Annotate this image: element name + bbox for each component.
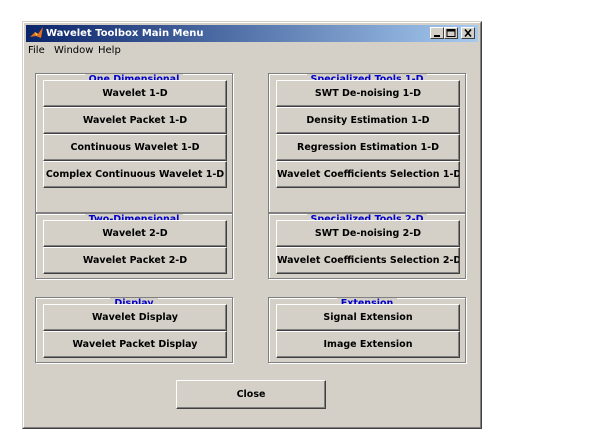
panel-two-dimensional: Two-Dimensional Wavelet 2-D Wavelet Pack… [35,213,233,279]
panel-extension: Extension Signal Extension Image Extensi… [268,297,466,363]
panel-specialized-tools-2d: Specialized Tools 2-D SWT De-noising 2-D… [268,213,466,279]
maximize-icon [446,29,456,37]
regression-estimation-1d-button[interactable]: Regression Estimation 1-D [276,134,460,161]
close-icon [464,29,472,37]
maximize-button[interactable] [444,27,458,39]
panel-specialized-tools-1d: Specialized Tools 1-D SWT De-noising 1-D… [268,73,466,213]
minimize-icon [434,35,440,37]
image-extension-button[interactable]: Image Extension [276,331,460,358]
title-bar[interactable]: Wavelet Toolbox Main Menu [26,25,478,42]
wavelet-coefficients-selection-2d-button[interactable]: Wavelet Coefficients Selection 2-D [276,247,460,274]
menu-help[interactable]: Help [98,43,121,58]
menu-file[interactable]: File [28,43,45,58]
wavelet-packet-1d-button[interactable]: Wavelet Packet 1-D [43,107,227,134]
minimize-button[interactable] [430,27,444,39]
swt-denoising-1d-button[interactable]: SWT De-noising 1-D [276,80,460,107]
window-title: Wavelet Toolbox Main Menu [46,28,204,39]
swt-denoising-2d-button[interactable]: SWT De-noising 2-D [276,220,460,247]
matlab-logo-icon[interactable] [29,26,44,41]
panel-one-dimensional: One Dimensional Wavelet 1-D Wavelet Pack… [35,73,233,213]
wavelet-packet-display-button[interactable]: Wavelet Packet Display [43,331,227,358]
complex-continuous-wavelet-1d-button[interactable]: Complex Continuous Wavelet 1-D [43,161,227,188]
continuous-wavelet-1d-button[interactable]: Continuous Wavelet 1-D [43,134,227,161]
density-estimation-1d-button[interactable]: Density Estimation 1-D [276,107,460,134]
wavelet-toolbox-window: Wavelet Toolbox Main Menu File Window He… [22,21,482,429]
wavelet-2d-button[interactable]: Wavelet 2-D [43,220,227,247]
close-button[interactable]: Close [176,380,326,409]
signal-extension-button[interactable]: Signal Extension [276,304,460,331]
wavelet-1d-button[interactable]: Wavelet 1-D [43,80,227,107]
menu-bar: File Window Help [26,43,478,58]
close-window-button[interactable] [461,27,475,39]
wavelet-packet-2d-button[interactable]: Wavelet Packet 2-D [43,247,227,274]
menu-window[interactable]: Window [54,43,93,58]
wavelet-display-button[interactable]: Wavelet Display [43,304,227,331]
wavelet-coefficients-selection-1d-button[interactable]: Wavelet Coefficients Selection 1-D [276,161,460,188]
panel-display: Display Wavelet Display Wavelet Packet D… [35,297,233,363]
